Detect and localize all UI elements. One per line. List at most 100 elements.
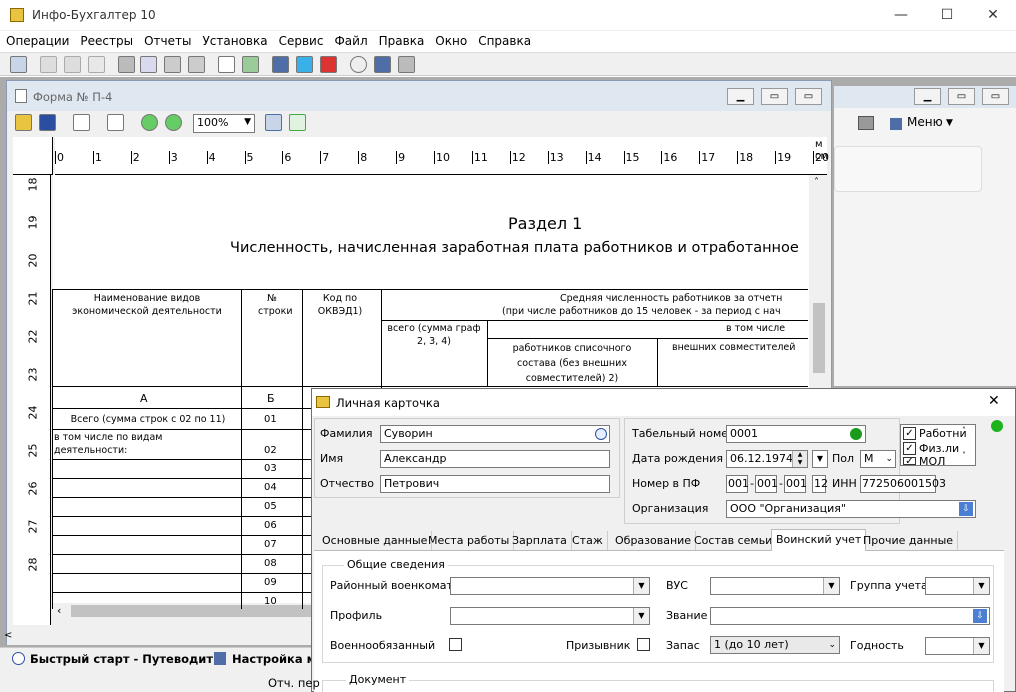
pf-field-1[interactable]: 001: [726, 475, 749, 493]
ruler-h-label: 16: [661, 151, 678, 164]
rank-field[interactable]: [710, 607, 990, 625]
menu-bar: Операции Реестры Отчеты Установка Сервис Файл…: [0, 31, 1016, 51]
menu-setup[interactable]: Установка: [196, 31, 272, 49]
menu-file[interactable]: Файл: [328, 31, 372, 49]
tabnum-field[interactable]: 0001: [726, 425, 866, 443]
scroll-up-icon[interactable]: ˄: [814, 177, 819, 188]
surname-field[interactable]: Суворин: [380, 425, 610, 443]
conscript-checkbox[interactable]: [637, 638, 650, 651]
maximize-button[interactable]: ☐: [924, 0, 970, 31]
card-close-button[interactable]: ✕: [988, 393, 1000, 409]
bg-close-button[interactable]: ▭: [982, 88, 1009, 105]
tab-workplaces[interactable]: Места работы: [424, 531, 515, 550]
column-including-header: в том числе: [726, 323, 786, 334]
pf-field-2[interactable]: 001: [755, 475, 778, 493]
date-spinner[interactable]: ▲ ▼: [792, 451, 807, 467]
inn-field[interactable]: 772506001503: [860, 475, 946, 493]
refresh-icon[interactable]: [850, 428, 862, 440]
chevron-down-icon: ⌄: [885, 454, 893, 464]
account-group-select[interactable]: ▼: [925, 577, 990, 595]
commissariat-select[interactable]: ▼: [450, 577, 650, 595]
close-button[interactable]: ✕: [970, 0, 1016, 31]
name-field[interactable]: Александр: [380, 450, 610, 468]
line-number: 03: [264, 463, 277, 474]
tab-main-data[interactable]: Основные данные: [318, 531, 433, 550]
list-icon[interactable]: [10, 56, 27, 73]
bg-restore-button[interactable]: ▭: [948, 88, 975, 105]
export-icon[interactable]: [73, 114, 90, 131]
status-period: Отч. пер: [268, 676, 320, 690]
menu-help[interactable]: Справка: [472, 31, 536, 49]
org-lookup-icon[interactable]: ⇩: [959, 502, 973, 516]
flag-mol-checkbox[interactable]: ✓: [903, 457, 916, 467]
form-minimize-button[interactable]: ▁: [727, 88, 754, 105]
minimize-button[interactable]: —: [878, 0, 924, 31]
save-icon[interactable]: [39, 114, 56, 131]
zoom-select[interactable]: 100% ▼: [193, 114, 255, 133]
import-icon[interactable]: [107, 114, 124, 131]
background-panel: [834, 146, 982, 192]
fitness-select[interactable]: ▼: [925, 637, 990, 655]
flag-person-checkbox[interactable]: ✓: [903, 442, 916, 455]
profile-select[interactable]: ▼: [450, 607, 650, 625]
tab-family[interactable]: Состав семьи: [690, 531, 778, 550]
flags-scroll-up-icon[interactable]: ˄: [962, 426, 966, 435]
tab-military[interactable]: Воинский учет: [771, 529, 867, 551]
ruler-v-label: 28: [26, 557, 40, 572]
menu-edit[interactable]: Правка: [373, 31, 430, 49]
vus-select[interactable]: ▼: [710, 577, 840, 595]
tab-salary[interactable]: Зарплата: [508, 531, 572, 550]
taskbar-quickstart[interactable]: Быстрый старт - Путеводит...: [30, 652, 226, 666]
table-icon[interactable]: [164, 56, 181, 73]
pf-field-3[interactable]: 001: [784, 475, 807, 493]
skype-icon[interactable]: [296, 56, 313, 73]
grid-icon[interactable]: [265, 114, 282, 131]
paste-icon[interactable]: [64, 56, 81, 73]
open-icon[interactable]: [15, 114, 32, 131]
reserve-select[interactable]: 1 (до 10 лет) ⌄: [710, 636, 840, 654]
line-number: 05: [264, 501, 277, 512]
zoom-in-icon[interactable]: [141, 114, 158, 131]
menu-service[interactable]: Сервис: [273, 31, 329, 49]
bg-print-icon[interactable]: [858, 116, 874, 130]
book-icon[interactable]: [272, 56, 289, 73]
document-icon[interactable]: [218, 56, 235, 73]
bg-minimize-button[interactable]: ▁: [914, 88, 941, 105]
copy-icon[interactable]: [40, 56, 57, 73]
column-line-header: № строки: [258, 293, 293, 317]
font-icon[interactable]: [320, 56, 337, 73]
taskbar-settings[interactable]: Настройка ме: [232, 652, 311, 666]
settings-icon[interactable]: [398, 56, 415, 73]
vertical-scroll-thumb[interactable]: [813, 303, 825, 373]
zoom-out-icon[interactable]: [165, 114, 182, 131]
clock-icon[interactable]: [595, 428, 607, 440]
menu-dropdown[interactable]: Меню: [907, 115, 943, 129]
tab-education[interactable]: Образование: [611, 531, 697, 550]
org-field[interactable]: ООО "Организация": [726, 500, 976, 518]
cut-icon[interactable]: [88, 56, 105, 73]
taskbar-left-arrow[interactable]: <: [4, 630, 12, 641]
menu-registers[interactable]: Реестры: [74, 31, 138, 49]
form-restore-button[interactable]: ▭: [761, 88, 788, 105]
preview-icon[interactable]: [140, 56, 157, 73]
calendar-icon[interactable]: ▼: [812, 450, 828, 468]
compass-icon[interactable]: [350, 56, 367, 73]
rank-lookup-icon[interactable]: ⇩: [973, 609, 987, 623]
tab-other[interactable]: Прочие данные: [859, 531, 959, 550]
menu-operations[interactable]: Операции: [0, 31, 74, 49]
tab-experience[interactable]: Стаж: [568, 531, 608, 550]
menu-reports[interactable]: Отчеты: [138, 31, 196, 49]
print-icon[interactable]: [118, 56, 135, 73]
calculator-icon[interactable]: [242, 56, 259, 73]
sex-select[interactable]: М ⌄: [860, 450, 896, 468]
palette-icon[interactable]: [374, 56, 391, 73]
flags-scroll-down-icon[interactable]: ˅: [962, 451, 966, 460]
pf-field-4[interactable]: 12: [812, 475, 828, 493]
patronymic-field[interactable]: Петрович: [380, 475, 610, 493]
table-grid-icon[interactable]: [289, 114, 306, 131]
flag-worker-checkbox[interactable]: ✓: [903, 427, 916, 440]
menu-window[interactable]: Окно: [429, 31, 472, 49]
form-close-button[interactable]: ▭: [795, 88, 822, 105]
liable-checkbox[interactable]: [449, 638, 462, 651]
form-icon[interactable]: [188, 56, 205, 73]
